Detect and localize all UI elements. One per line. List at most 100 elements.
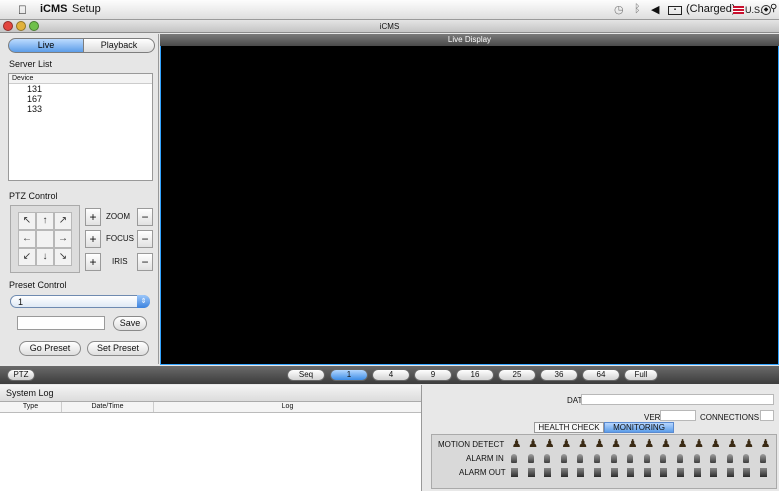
tab-monitoring[interactable]: MONITORING bbox=[604, 422, 674, 433]
alarm-out-indicator-icon bbox=[577, 468, 585, 477]
ptz-left-icon[interactable]: ← bbox=[18, 230, 36, 248]
alarm-out-label: ALARM OUT bbox=[459, 468, 506, 477]
chevron-updown-icon: ⇕ bbox=[137, 295, 150, 308]
alarm-in-indicator-icon bbox=[660, 454, 667, 463]
go-preset-button[interactable]: Go Preset bbox=[19, 341, 81, 356]
motion-person-icon: ♟ bbox=[511, 438, 522, 450]
alarm-out-indicator-icon bbox=[660, 468, 668, 477]
motion-person-icon: ♟ bbox=[694, 438, 705, 450]
layout-64-button[interactable]: 64 bbox=[582, 369, 620, 381]
col-type[interactable]: Type bbox=[0, 402, 62, 412]
ptz-up-right-icon[interactable]: ↗ bbox=[54, 212, 72, 230]
server-list-title: Server List bbox=[9, 59, 53, 69]
tab-playback[interactable]: Playback bbox=[83, 38, 155, 53]
alarm-in-indicator-icon bbox=[577, 454, 584, 463]
alarm-in-indicator-icon bbox=[527, 454, 534, 463]
us-flag-icon[interactable] bbox=[733, 6, 744, 14]
live-display-title: Live Display bbox=[160, 34, 779, 46]
motion-person-icon: ♟ bbox=[727, 438, 738, 450]
alarm-out-indicator-icon bbox=[726, 468, 734, 477]
iris-open-button[interactable]: + bbox=[85, 253, 101, 271]
layout-4-button[interactable]: 4 bbox=[372, 369, 410, 381]
battery-icon[interactable]: ▪ bbox=[668, 6, 682, 15]
preset-name-input[interactable] bbox=[17, 316, 105, 330]
system-log-title: System Log bbox=[0, 385, 421, 402]
col-log[interactable]: Log bbox=[154, 402, 421, 412]
motion-person-icon: ♟ bbox=[760, 438, 771, 450]
ptz-up-left-icon[interactable]: ↖ bbox=[18, 212, 36, 230]
alarm-in-indicator-icon bbox=[710, 454, 717, 463]
menu-bar:  iCMS Setup ◷ ᛒ ◀ ▪ (Charged) U.S. ◆ ⚲ bbox=[0, 0, 779, 20]
zoom-out-button[interactable]: − bbox=[137, 208, 153, 226]
alarm-out-indicator-icon bbox=[544, 468, 552, 477]
tab-live[interactable]: Live bbox=[8, 38, 84, 53]
set-preset-button[interactable]: Set Preset bbox=[87, 341, 149, 356]
device-column-header[interactable]: Device bbox=[9, 74, 152, 84]
zoom-label: ZOOM bbox=[106, 212, 130, 221]
ptz-down-left-icon[interactable]: ↙ bbox=[18, 248, 36, 266]
iris-close-button[interactable]: − bbox=[137, 253, 153, 271]
layout-full-button[interactable]: Full bbox=[624, 369, 658, 381]
live-video-area[interactable] bbox=[160, 34, 779, 365]
alarm-in-indicator-icon bbox=[511, 454, 517, 463]
motion-person-icon: ♟ bbox=[644, 438, 655, 450]
alarm-out-indicator-icon bbox=[643, 468, 651, 477]
layout-1-button[interactable]: 1 bbox=[330, 369, 368, 381]
alarm-in-indicator-icon bbox=[760, 454, 766, 463]
zoom-in-button[interactable]: + bbox=[85, 208, 101, 226]
ptz-down-icon[interactable]: ↓ bbox=[36, 248, 54, 266]
alarm-out-indicator-icon bbox=[760, 468, 767, 477]
device-list[interactable]: Device 131 167 133 bbox=[8, 73, 153, 181]
motion-person-icon: ♟ bbox=[627, 438, 638, 450]
list-item[interactable]: 131 bbox=[9, 84, 152, 94]
motion-person-icon: ♟ bbox=[743, 438, 754, 450]
spotlight-icon[interactable]: ⚲ bbox=[770, 3, 777, 14]
col-datetime[interactable]: Date/Time bbox=[62, 402, 154, 412]
layout-36-button[interactable]: 36 bbox=[540, 369, 578, 381]
apple-menu-icon[interactable]:  bbox=[18, 3, 27, 17]
window-title: iCMS bbox=[379, 22, 400, 31]
layout-25-button[interactable]: 25 bbox=[498, 369, 536, 381]
alarm-in-indicator-icon bbox=[743, 454, 750, 463]
motion-person-icon: ♟ bbox=[677, 438, 688, 450]
ptz-center[interactable] bbox=[36, 230, 54, 248]
motion-person-icon: ♟ bbox=[561, 438, 572, 450]
preset-select[interactable]: 1 ⇕ bbox=[10, 295, 150, 308]
alarm-out-indicator-icon bbox=[677, 468, 684, 477]
ptz-down-right-icon[interactable]: ↘ bbox=[54, 248, 72, 266]
ver-field bbox=[660, 410, 696, 421]
battery-status[interactable]: (Charged) bbox=[686, 3, 736, 15]
app-menu[interactable]: iCMS bbox=[40, 3, 68, 15]
motion-person-icon: ♟ bbox=[611, 438, 622, 450]
seq-button[interactable]: Seq bbox=[287, 369, 325, 381]
tab-health-check[interactable]: HEALTH CHECK bbox=[534, 422, 604, 433]
alarm-out-indicator-icon bbox=[743, 468, 751, 477]
clock-icon[interactable]: ◷ bbox=[614, 3, 624, 16]
bluetooth-icon[interactable]: ᛒ bbox=[634, 3, 641, 15]
list-item[interactable]: 167 bbox=[9, 94, 152, 104]
layout-16-button[interactable]: 16 bbox=[456, 369, 494, 381]
ptz-control-title: PTZ Control bbox=[9, 191, 58, 201]
volume-icon[interactable]: ◀ bbox=[651, 3, 659, 16]
alarm-in-indicator-icon bbox=[627, 454, 634, 463]
ptz-toggle-button[interactable]: PTZ bbox=[7, 369, 35, 381]
save-button[interactable]: Save bbox=[113, 316, 147, 331]
motion-person-icon: ♟ bbox=[528, 438, 539, 450]
connections-field bbox=[760, 410, 774, 421]
ptz-direction-pad: ↖ ↑ ↗ ← → ↙ ↓ ↘ bbox=[10, 205, 80, 273]
motion-person-icon: ♟ bbox=[660, 438, 671, 450]
iris-label: IRIS bbox=[112, 257, 128, 266]
ptz-right-icon[interactable]: → bbox=[54, 230, 72, 248]
input-source[interactable]: U.S. bbox=[745, 5, 763, 15]
date-field bbox=[581, 394, 774, 405]
monitor-panel: DATE VER CONNECTIONS HEALTH CHECK MONITO… bbox=[423, 385, 779, 491]
motion-detect-label: MOTION DETECT bbox=[438, 440, 505, 449]
list-item[interactable]: 133 bbox=[9, 104, 152, 114]
connections-label: CONNECTIONS bbox=[700, 413, 760, 422]
layout-9-button[interactable]: 9 bbox=[414, 369, 452, 381]
setup-menu[interactable]: Setup bbox=[72, 3, 101, 15]
focus-in-button[interactable]: + bbox=[85, 230, 101, 248]
focus-out-button[interactable]: − bbox=[137, 230, 153, 248]
ptz-up-icon[interactable]: ↑ bbox=[36, 212, 54, 230]
focus-label: FOCUS bbox=[106, 234, 134, 243]
